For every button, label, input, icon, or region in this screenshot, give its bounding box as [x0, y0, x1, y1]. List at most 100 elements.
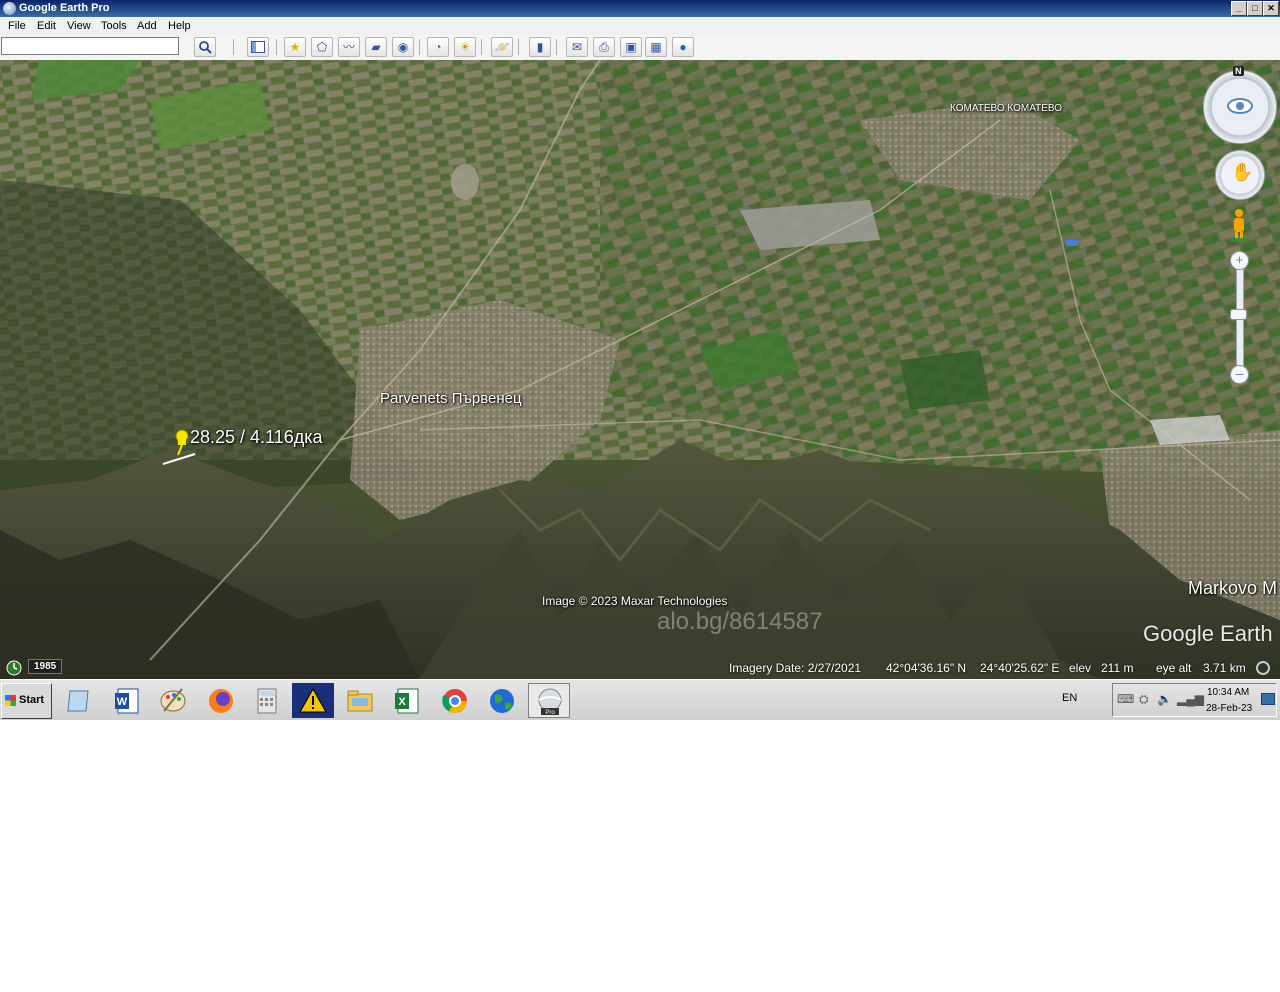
sign-in-button[interactable]: ●	[672, 37, 694, 57]
toolbar-separator	[419, 39, 420, 55]
add-polygon-button[interactable]: ⬠	[311, 37, 333, 57]
title-bar: Google Earth Pro _ □ ✕	[0, 0, 1280, 17]
search-icon	[199, 41, 212, 54]
maximize-button[interactable]: □	[1247, 1, 1263, 16]
taskbar-globe-app[interactable]	[481, 683, 523, 718]
town-label-markovo: Markovo M	[1188, 578, 1278, 598]
keyboard-icon[interactable]: ⌨	[1117, 692, 1134, 706]
imagery-date: Imagery Date: 2/27/2021	[729, 661, 862, 675]
warning-triangle-icon	[299, 687, 327, 713]
firefox-icon	[209, 689, 233, 713]
google-earth-logo: Google Earth	[1143, 621, 1273, 646]
streaming-status-icon	[1254, 659, 1272, 679]
taskbar-calculator[interactable]	[246, 683, 288, 718]
search-input[interactable]	[1, 37, 179, 55]
zoom-slider-thumb[interactable]	[1230, 309, 1247, 320]
look-navigation-ring[interactable]: N	[1203, 66, 1277, 144]
minimize-button[interactable]: _	[1231, 1, 1247, 16]
email-button[interactable]: ✉	[566, 37, 588, 57]
clock-date[interactable]: 28-Feb-23	[1206, 703, 1252, 714]
placemark-icon: ★	[289, 40, 301, 54]
path-icon: 〰	[342, 40, 355, 54]
taskbar-excel[interactable]: X	[386, 683, 428, 718]
google-earth-pro-icon: Pro	[538, 688, 562, 716]
network-icon[interactable]: ⛭	[1139, 692, 1149, 707]
watermark-text: alo.bg/8614587	[657, 608, 823, 635]
language-indicator[interactable]: EN	[1062, 692, 1077, 704]
email-icon: ✉	[571, 40, 583, 54]
system-tray: ⌨ ⛭ 🔈 ▂▄▆ 10:34 AM 28-Feb-23	[1112, 683, 1277, 717]
timeline-year[interactable]: 1985	[28, 659, 63, 674]
sidebar-icon	[251, 41, 265, 53]
planets-button[interactable]: 🪐	[491, 37, 513, 57]
menu-help[interactable]: Help	[168, 20, 191, 32]
taskbar-paint[interactable]	[152, 683, 194, 718]
chrome-icon	[442, 689, 467, 714]
image-overlay-icon: ▰	[371, 40, 381, 54]
sunlight-button[interactable]: ☀	[454, 37, 476, 57]
view-in-maps-icon: ▦	[650, 40, 662, 54]
town-label-parvenets: Parvenets Първенец	[380, 390, 522, 407]
taskbar-word[interactable]: W	[106, 683, 148, 718]
street-view-pegman-icon[interactable]	[1229, 208, 1249, 242]
taskbar-google-earth-pro[interactable]: Pro	[528, 683, 570, 718]
eye-altitude-value: 3.71 km	[1203, 661, 1246, 675]
add-placemark-button[interactable]: ★	[284, 37, 306, 57]
excel-icon: X	[395, 688, 419, 714]
paint-palette-icon	[160, 688, 186, 712]
start-button[interactable]: Start	[1, 683, 52, 719]
historical-imagery-clock-icon[interactable]	[5, 659, 23, 677]
toolbar-separator	[276, 39, 277, 55]
close-button[interactable]: ✕	[1263, 1, 1279, 16]
compass-north-label[interactable]: N	[1233, 66, 1244, 76]
sidebar-toggle-button[interactable]	[247, 37, 269, 57]
zoom-out-button[interactable]: –	[1230, 365, 1249, 384]
satellite-imagery	[0, 60, 1280, 679]
svg-text:X: X	[398, 696, 406, 708]
taskbar-warning-app[interactable]	[292, 683, 334, 718]
google-earth-app-icon	[3, 2, 16, 15]
status-bar: 1985 Imagery Date: 2/27/2021 42°04'36.16…	[0, 659, 1280, 678]
elevation-label: elev	[1069, 661, 1092, 675]
taskbar-chrome[interactable]	[434, 683, 476, 718]
search-button[interactable]	[194, 37, 216, 57]
taskbar-show-desktop[interactable]	[58, 683, 100, 718]
taskbar-file-explorer[interactable]	[339, 683, 381, 718]
toolbar-separator	[481, 39, 482, 55]
ruler-icon: ▮	[536, 40, 544, 54]
historical-imagery-button[interactable]: ◔	[427, 37, 449, 57]
zoom-in-button[interactable]: +	[1230, 251, 1249, 270]
map-view[interactable]: 28.25 / 4.116дка Parvenets Първенец КОМА…	[0, 60, 1280, 679]
add-path-button[interactable]: 〰	[338, 37, 360, 57]
show-desktop-corner-icon[interactable]	[1261, 693, 1275, 705]
image-overlay-button[interactable]: ▰	[365, 37, 387, 57]
ruler-button[interactable]: ▮	[529, 37, 551, 57]
longitude-readout: 24°40'25.62" E	[980, 661, 1060, 675]
signal-bars-icon[interactable]: ▂▄▆	[1177, 692, 1204, 706]
imagery-copyright: Image © 2023 Maxar Technologies	[542, 594, 728, 608]
taskbar-firefox[interactable]	[200, 683, 242, 718]
print-icon: ⎙	[599, 40, 609, 54]
windows-logo-icon	[5, 695, 16, 706]
clock-time[interactable]: 10:34 AM	[1207, 687, 1249, 698]
view-in-maps-button[interactable]: ▦	[645, 37, 667, 57]
menu-tools[interactable]: Tools	[101, 20, 127, 32]
toolbar-separator	[233, 39, 234, 55]
record-tour-button[interactable]: ◉	[392, 37, 414, 57]
placemark-label[interactable]: 28.25 / 4.116дка	[190, 427, 323, 448]
menu-add[interactable]: Add	[137, 20, 157, 32]
placemark-pin-icon[interactable]	[172, 428, 192, 456]
move-navigation-ring[interactable]: ✋	[1215, 150, 1265, 200]
print-button[interactable]: ⎙	[593, 37, 615, 57]
volume-icon[interactable]: 🔈	[1157, 692, 1172, 706]
menu-file[interactable]: File	[8, 20, 26, 32]
menu-view[interactable]: View	[67, 20, 91, 32]
town-label-komatevo: КОМАТЕВО КОМАТЕВО	[950, 103, 1062, 114]
toolbar-separator	[556, 39, 557, 55]
save-image-button[interactable]: ▣	[620, 37, 642, 57]
menu-edit[interactable]: Edit	[37, 20, 56, 32]
latitude-readout: 42°04'36.16" N	[886, 661, 967, 675]
sign-in-icon: ●	[679, 40, 687, 54]
elevation-value: 211 m	[1101, 661, 1134, 675]
plus-icon: +	[1235, 252, 1244, 267]
